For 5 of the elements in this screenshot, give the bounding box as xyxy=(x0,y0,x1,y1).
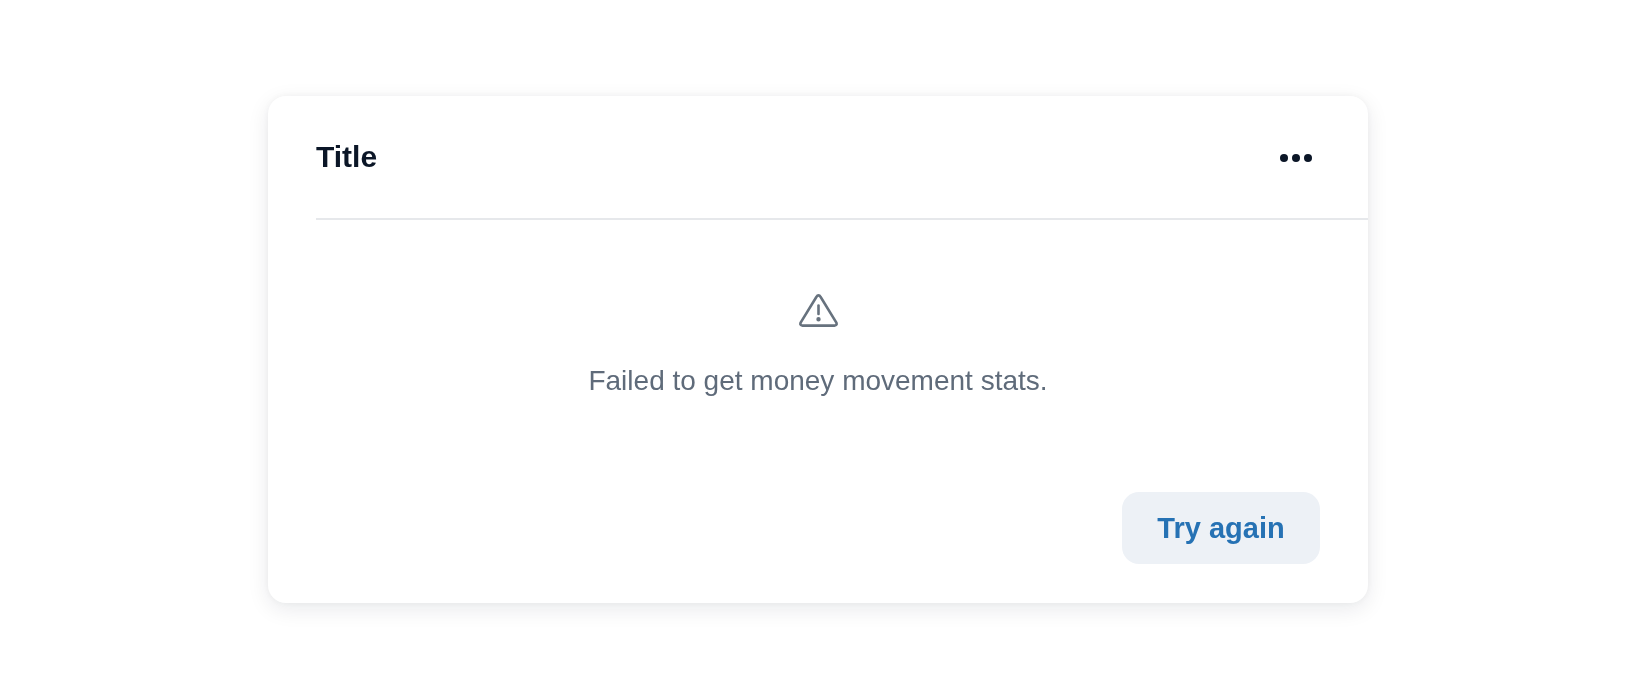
card-title: Title xyxy=(316,139,378,175)
more-options-icon[interactable] xyxy=(1280,154,1312,162)
error-message: Failed to get money movement stats. xyxy=(588,364,1048,398)
try-again-button[interactable]: Try again xyxy=(1122,492,1320,564)
warning-icon xyxy=(798,294,838,327)
